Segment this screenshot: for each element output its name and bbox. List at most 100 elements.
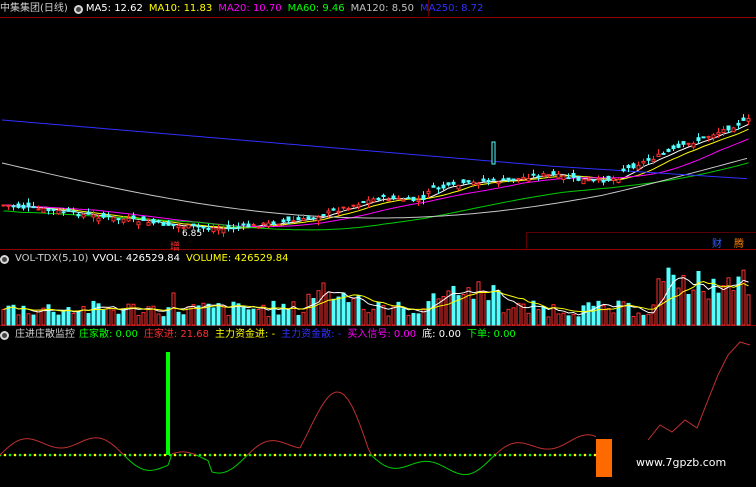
volume-bar: [506, 308, 511, 326]
volume-bar: [516, 302, 521, 326]
vvol-value: VVOL: 426529.84: [92, 253, 180, 264]
kline-chart[interactable]: [0, 0, 756, 487]
oscillator-segment: [275, 440, 281, 443]
volume-value: VOLUME: 426529.84: [185, 253, 289, 264]
volume-bar: [526, 312, 531, 326]
baseline-dot: [543, 453, 547, 457]
baseline-dot: [23, 453, 27, 457]
baseline-dot: [53, 453, 57, 457]
candle-body: [241, 223, 246, 226]
candle-body: [216, 227, 221, 231]
tencent-badge[interactable]: 腾: [732, 235, 746, 250]
oscillator-segment: [47, 444, 53, 448]
volume-bar: [731, 290, 736, 326]
candle-body: [596, 178, 601, 181]
volume-bar: [336, 296, 341, 326]
baseline-dot: [283, 453, 287, 457]
candle-body: [371, 198, 376, 203]
oscillator-segment: [371, 455, 377, 460]
volume-bar: [606, 307, 611, 326]
oscillator-segment: [87, 437, 93, 440]
baseline-dot: [483, 453, 487, 457]
candle-body: [231, 227, 236, 230]
baseline-dot: [458, 453, 462, 457]
volume-bar: [91, 300, 96, 326]
candle-body: [61, 211, 66, 214]
volume-bar: [321, 282, 326, 326]
volume-bar: [691, 289, 696, 326]
candle-body: [616, 178, 621, 184]
volume-bar: [271, 300, 276, 326]
candle-body: [426, 190, 431, 194]
oscillator-segment: [343, 394, 349, 400]
volume-bar: [511, 307, 516, 326]
candle-body: [461, 179, 466, 184]
baseline-dot: [533, 453, 537, 457]
volume-bar: [176, 311, 181, 326]
volume-bar: [411, 312, 416, 326]
candle-body: [201, 226, 206, 229]
oscillator-segment: [535, 446, 541, 449]
baseline-dot: [518, 453, 522, 457]
volume-bar: [656, 278, 661, 326]
candle-body: [351, 204, 356, 207]
baseline-dot: [288, 453, 292, 457]
candle-body: [736, 122, 741, 126]
baseline-dot: [503, 453, 507, 457]
volume-bar: [6, 305, 11, 326]
baseline-dot: [143, 453, 147, 457]
candle-body: [501, 178, 506, 181]
ma250-line: [1, 119, 748, 180]
baseline-dot: [118, 453, 122, 457]
finance-badge[interactable]: 财: [710, 235, 724, 250]
baseline-dot: [418, 453, 422, 457]
candle-body: [641, 160, 646, 164]
oscillator-segment: [339, 391, 345, 396]
volume-bar: [281, 303, 286, 326]
volume-bar: [686, 293, 691, 326]
candle-body: [701, 136, 706, 139]
zhuang-jin-line: [647, 341, 751, 441]
volume-bar: [311, 298, 316, 326]
oscillator-segment: [127, 458, 133, 464]
volume-bar: [301, 311, 306, 326]
baseline-dot: [43, 453, 47, 457]
vol-settings-icon[interactable]: [0, 254, 9, 264]
baseline-dot: [278, 453, 282, 457]
baseline-dot: [208, 453, 212, 457]
volume-bar: [296, 314, 301, 326]
candle-body: [266, 222, 271, 227]
volume-bar: [136, 314, 141, 326]
candle-body: [726, 125, 731, 131]
volume-bar: [346, 302, 351, 326]
oscillator-segment: [151, 469, 157, 471]
oscillator-segment: [203, 458, 209, 462]
baseline-dot: [173, 453, 177, 457]
volume-bar: [221, 305, 226, 326]
oscillator-segment: [155, 467, 161, 471]
volume-bar: [721, 285, 726, 326]
candle-body: [141, 216, 146, 221]
oscillator-segment: [83, 438, 89, 442]
baseline-dot: [298, 453, 302, 457]
oscillator-segment: [131, 462, 137, 467]
oscillator-segment: [499, 447, 505, 451]
low-price-label: 6.85: [182, 229, 203, 239]
volume-bar: [431, 293, 436, 326]
baseline-dot: [548, 453, 552, 457]
candle-body: [151, 218, 156, 224]
volume-bar: [331, 298, 336, 326]
oscillator-segment: [331, 391, 337, 395]
candle-body: [451, 181, 456, 185]
baseline-dot: [428, 453, 432, 457]
volume-bar: [316, 290, 321, 326]
oscillator-segment: [35, 439, 41, 443]
volume-bar: [191, 304, 196, 326]
candle-body: [606, 175, 611, 181]
oscillator-segment: [311, 416, 317, 425]
volume-bar: [31, 314, 36, 326]
ind-settings-icon[interactable]: [0, 330, 9, 340]
oscillator-segment: [295, 446, 301, 449]
baseline-dot: [238, 453, 242, 457]
oscillator-segment: [251, 446, 257, 452]
